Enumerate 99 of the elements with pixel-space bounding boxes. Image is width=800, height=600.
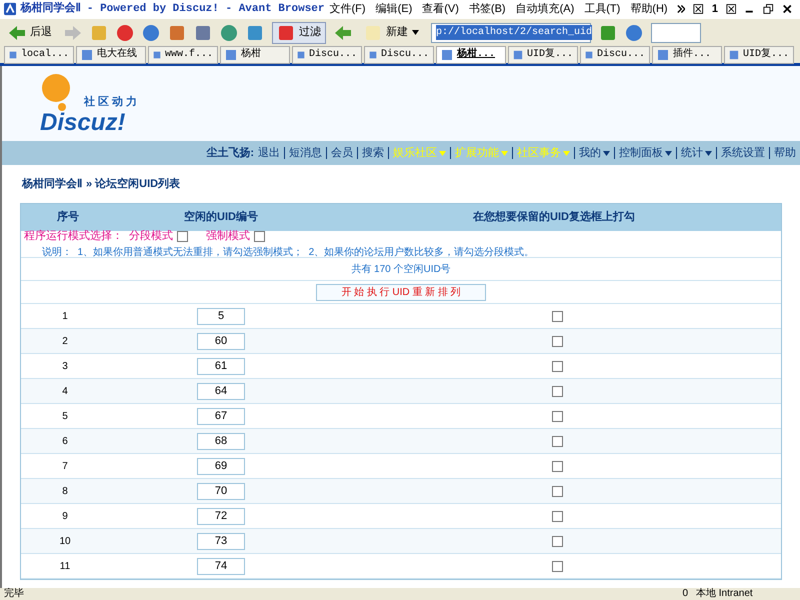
uid-field[interactable]: 61 [197, 358, 245, 374]
menu-item[interactable]: 书签(B) [464, 0, 511, 18]
blocked-count: 0 [682, 589, 688, 599]
browser-tab[interactable]: Discu... [580, 46, 650, 64]
row-number: 11 [58, 560, 72, 574]
nav-link[interactable]: 退出 [258, 144, 280, 162]
row-number: 8 [61, 484, 69, 498]
row-number: 7 [61, 460, 69, 474]
nav-link[interactable]: 搜索 [362, 144, 384, 162]
uid-field[interactable]: 70 [197, 482, 245, 500]
column-header: 在您想要保留的UID复选框上打勾 [472, 210, 636, 226]
search-field[interactable] [651, 22, 701, 42]
uid-field[interactable]: 73 [197, 532, 245, 550]
checkbox[interactable] [552, 386, 562, 396]
caret-icon [412, 30, 419, 35]
window-list-icon[interactable] [693, 3, 704, 15]
row-number: 6 [61, 434, 69, 448]
uid-field[interactable]: 64 [197, 382, 245, 400]
restore-icon[interactable] [763, 3, 774, 15]
row-number: 2 [61, 334, 69, 348]
caret-icon [501, 150, 508, 156]
browser-tab[interactable]: UID复... [508, 46, 578, 64]
back-button[interactable]: 后退 [4, 24, 56, 42]
window-title: 杨柑同学会Ⅱ - Powered by Discuz! - Avant Browser [20, 0, 325, 17]
uid-field[interactable]: 74 [197, 558, 245, 574]
menu-item[interactable]: 查看(V) [417, 0, 464, 18]
browser-tab[interactable]: 插件... [652, 46, 722, 64]
uid-field[interactable]: 72 [197, 508, 245, 524]
logo-tagline: 社区动力 [84, 94, 140, 110]
caret-icon [705, 150, 712, 156]
checkbox[interactable] [552, 436, 562, 446]
zone-text: 本地 Intranet [696, 589, 754, 599]
window-count: 1 [710, 2, 719, 17]
browser-tab[interactable]: www.f... [148, 46, 218, 64]
browser-tab[interactable]: local... [4, 46, 74, 64]
uid-field[interactable]: 68 [197, 432, 245, 450]
nav-link[interactable]: 帮助 [774, 144, 796, 162]
uid-field[interactable]: 67 [197, 408, 245, 424]
nav-link[interactable]: 短消息 [289, 144, 322, 162]
caret-icon [603, 150, 610, 156]
uid-field[interactable]: 5 [197, 308, 245, 324]
checkbox[interactable] [552, 336, 562, 346]
column-header: 空闲的UID编号 [183, 210, 259, 226]
back-arrow-icon[interactable] [8, 24, 26, 42]
nav-link[interactable]: 统计 [681, 144, 712, 162]
new-button[interactable]: 新建 [360, 24, 423, 42]
checkbox[interactable] [552, 560, 562, 572]
mode-option: 强制模式 [206, 228, 250, 245]
menu-item[interactable]: 自动填充(A) [510, 0, 580, 18]
note-text: 说明： 1、如果你用普通模式无法重排，请勾选强制模式； 2、如果你的论坛用户数比较多，请勾选分段模式。 [41, 246, 536, 260]
close-tab-icon[interactable] [726, 3, 736, 15]
row-number: 3 [61, 360, 69, 374]
uid-field[interactable]: 69 [197, 458, 245, 474]
browser-tab[interactable]: 电大在线 [76, 46, 146, 64]
browser-tab[interactable]: UID复... [724, 46, 794, 64]
nav-link[interactable]: 会员 [331, 144, 353, 162]
browser-tab[interactable]: Discu... [364, 46, 434, 64]
row-number: 5 [61, 410, 69, 424]
nav-link[interactable]: 系统设置 [721, 144, 765, 162]
breadcrumb-link[interactable]: 杨柑同学会Ⅱ [22, 176, 82, 192]
menu-item[interactable]: 文件(F) [324, 0, 371, 18]
checkbox[interactable] [552, 486, 562, 496]
row-number: 9 [61, 510, 69, 524]
caret-icon [665, 150, 672, 156]
caret-icon [439, 150, 446, 156]
column-header: 序号 [56, 210, 80, 226]
row-number: 4 [61, 384, 69, 398]
mode-label: 程序运行模式选择： [24, 228, 123, 244]
breadcrumb-current: » 论坛空闲UID列表 [86, 176, 180, 192]
caret-icon [563, 150, 570, 156]
checkbox[interactable] [254, 231, 265, 242]
browser-tab[interactable]: Discu... [292, 46, 362, 64]
nav-link[interactable]: 控制面板 [619, 144, 672, 162]
uid-field[interactable]: 60 [197, 332, 245, 350]
row-number: 1 [61, 310, 69, 324]
nav-link[interactable]: 我的 [579, 144, 610, 162]
lightbulb-icon [40, 72, 72, 110]
checkbox[interactable] [552, 410, 562, 422]
checkbox[interactable] [552, 460, 562, 472]
checkbox[interactable] [177, 231, 188, 242]
close-icon[interactable] [782, 3, 792, 15]
uid-count: 共有 170 个空闲UID号 [351, 262, 451, 276]
address-field[interactable]: p://localhost/2/search_uid [431, 22, 591, 42]
checkbox[interactable] [552, 536, 562, 546]
checkbox[interactable] [552, 310, 562, 322]
browser-tab[interactable]: 杨柑 [220, 46, 290, 64]
row-number: 10 [58, 534, 72, 548]
menu-item[interactable]: 工具(T) [579, 0, 626, 18]
checkbox[interactable] [552, 510, 562, 522]
chevron-icon[interactable] [676, 4, 686, 14]
logo-wordmark: Discuz! [40, 110, 126, 134]
menu-item[interactable]: 帮助(H) [625, 0, 673, 18]
username: 尘土飞扬: [206, 146, 254, 161]
menu-item[interactable]: 编辑(E) [370, 0, 418, 18]
browser-tab[interactable]: 杨柑... [436, 46, 506, 64]
filter-button[interactable]: 过滤 [272, 22, 326, 44]
mode-option: 分段模式 [129, 228, 173, 245]
checkbox[interactable] [552, 360, 562, 372]
run-button[interactable]: 开 始 执 行 UID 重 新 排 列 [316, 284, 486, 300]
